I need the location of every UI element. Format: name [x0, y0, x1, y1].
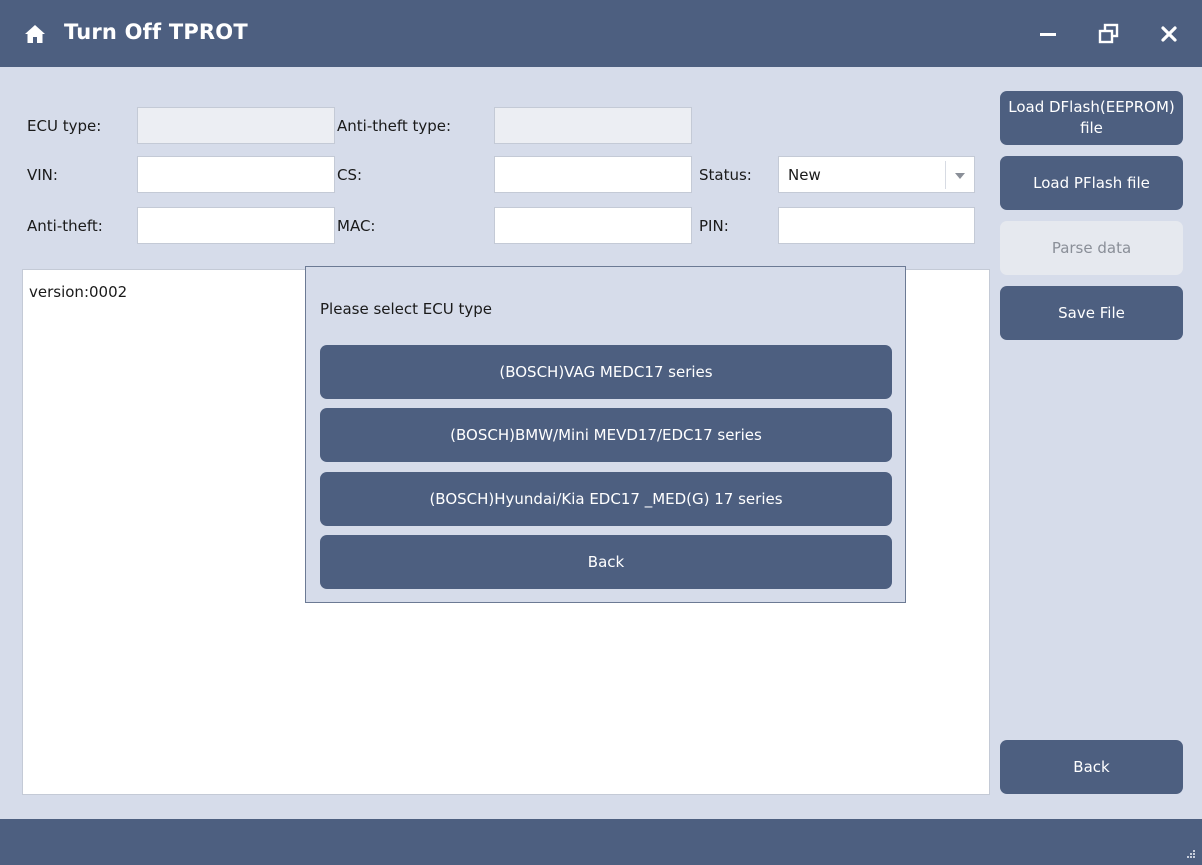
dialog-title: Please select ECU type [320, 300, 492, 318]
pin-field[interactable] [778, 207, 975, 244]
close-icon[interactable] [1154, 20, 1184, 48]
save-file-button[interactable]: Save File [1000, 286, 1183, 340]
back-button[interactable]: Back [1000, 740, 1183, 794]
chevron-down-icon[interactable] [955, 173, 965, 179]
ecu-option-vag-medc17[interactable]: (BOSCH)VAG MEDC17 series [320, 345, 892, 399]
load-dflash-button[interactable]: Load DFlash(EEPROM) file [1000, 91, 1183, 145]
load-pflash-button[interactable]: Load PFlash file [1000, 156, 1183, 210]
anti-theft-type-label: Anti-theft type: [337, 117, 452, 135]
ecu-option-hyundai-kia[interactable]: (BOSCH)Hyundai/Kia EDC17 _MED(G) 17 seri… [320, 472, 892, 526]
resize-grip-icon[interactable] [1186, 849, 1196, 859]
load-dflash-label: Load DFlash(EEPROM) file [1008, 98, 1175, 137]
status-bar [0, 819, 1202, 865]
log-line: version:0002 [29, 283, 128, 301]
ecu-type-label: ECU type: [27, 117, 102, 135]
ecu-type-field[interactable] [137, 107, 335, 144]
pin-label: PIN: [699, 217, 729, 235]
vin-field[interactable] [137, 156, 335, 193]
anti-theft-type-field[interactable] [494, 107, 692, 144]
vin-label: VIN: [27, 166, 58, 184]
dialog-back-button[interactable]: Back [320, 535, 892, 589]
restore-icon[interactable] [1094, 20, 1124, 48]
mac-label: MAC: [337, 217, 376, 235]
mac-field[interactable] [494, 207, 692, 244]
cs-field[interactable] [494, 156, 692, 193]
cs-label: CS: [337, 166, 363, 184]
status-select[interactable]: New [778, 156, 975, 193]
parse-data-button[interactable]: Parse data [1000, 221, 1183, 275]
ecu-option-bmw-mini[interactable]: (BOSCH)BMW/Mini MEVD17/EDC17 series [320, 408, 892, 462]
select-divider [945, 161, 946, 189]
home-icon[interactable] [24, 24, 46, 44]
window-title: Turn Off TPROT [64, 20, 248, 44]
status-label: Status: [699, 166, 752, 184]
title-bar: Turn Off TPROT [0, 0, 1202, 67]
status-selected-value: New [788, 166, 821, 184]
anti-theft-field[interactable] [137, 207, 335, 244]
anti-theft-label: Anti-theft: [27, 217, 103, 235]
ecu-select-dialog: Please select ECU type (BOSCH)VAG MEDC17… [305, 266, 906, 603]
minimize-icon[interactable] [1033, 20, 1063, 48]
